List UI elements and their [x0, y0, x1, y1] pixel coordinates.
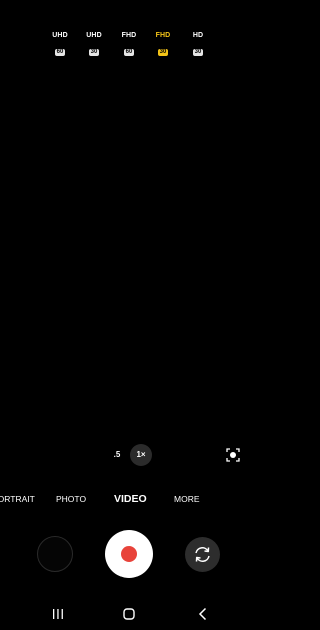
fps-badge: 60 — [123, 49, 135, 56]
zoom-wide-button[interactable]: .5 — [110, 449, 124, 461]
viewfinder[interactable] — [0, 60, 258, 435]
switch-camera-icon — [195, 547, 210, 562]
resolution-label: UHD — [52, 32, 68, 39]
mode-photo[interactable]: PHOTO — [56, 490, 86, 508]
resolution-label: FHD — [121, 32, 137, 39]
resolution-option-uhd-60[interactable]: UHD 60 — [50, 32, 70, 58]
navigation-bar — [0, 600, 258, 628]
record-icon — [121, 546, 137, 562]
fps-badge: 30 — [192, 49, 204, 56]
mode-video[interactable]: VIDEO — [114, 490, 147, 508]
resolution-selector: UHD 60 UHD 30 FHD 60 FHD 30 HD 30 — [0, 32, 258, 56]
mode-portrait[interactable]: PORTRAIT — [0, 490, 35, 508]
fps-badge: 30 — [157, 49, 169, 56]
recents-icon[interactable] — [48, 604, 68, 624]
mode-more[interactable]: MORE — [174, 490, 200, 508]
resolution-option-uhd-30[interactable]: UHD 30 — [84, 32, 104, 58]
resolution-option-hd-30[interactable]: HD 30 — [188, 32, 208, 58]
record-button[interactable] — [105, 530, 153, 578]
resolution-option-fhd-60[interactable]: FHD 60 — [119, 32, 139, 58]
resolution-option-fhd-30[interactable]: FHD 30 — [153, 32, 173, 58]
fps-badge: 30 — [88, 49, 100, 56]
resolution-label: HD — [192, 32, 204, 39]
fps-badge: 60 — [54, 49, 66, 56]
zoom-1x-button[interactable]: 1× — [130, 444, 152, 466]
switch-camera-button[interactable] — [185, 537, 220, 572]
gallery-thumbnail[interactable] — [37, 536, 73, 572]
resolution-label: UHD — [86, 32, 102, 39]
mode-selector: PORTRAIT PHOTO VIDEO MORE — [0, 490, 258, 508]
home-icon[interactable] — [119, 604, 139, 624]
resolution-label: FHD — [155, 32, 171, 39]
scene-optimizer-icon[interactable] — [224, 446, 242, 464]
back-icon[interactable] — [193, 604, 213, 624]
